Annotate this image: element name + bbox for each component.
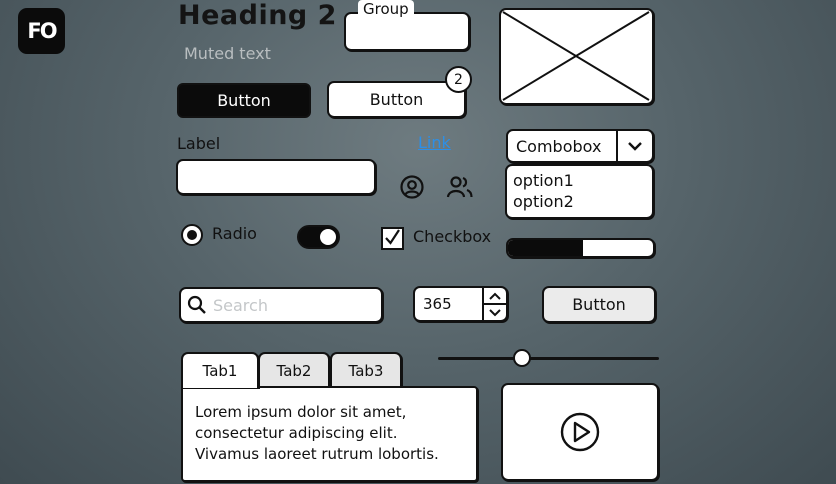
combobox[interactable]: Combobox [506,129,654,163]
progress-bar [506,238,655,258]
progress-fill [508,240,584,256]
stepper-up-button[interactable] [484,288,506,305]
slider-thumb[interactable] [512,349,531,367]
heading: Heading 2 [178,0,337,31]
radio-button[interactable] [181,224,203,246]
tab-panel-line: Lorem ipsum dolor sit amet, [195,403,407,421]
search-placeholder: Search [213,295,268,315]
secondary-button[interactable]: Button [327,81,466,118]
listbox-option[interactable]: option2 [513,191,646,212]
chevron-down-icon [489,308,501,316]
tab-panel-line: Vivamus laoreet rutrum lobortis. [195,445,439,463]
tab-2[interactable]: Tab2 [258,352,330,388]
notification-badge: 2 [445,66,472,93]
tab-panel: Lorem ipsum dolor sit amet, consectetur … [181,386,478,482]
checkmark-icon [385,229,400,245]
slider-track[interactable] [438,357,659,360]
tab-1[interactable]: Tab1 [181,352,259,388]
chevron-up-icon [489,292,501,300]
search-field[interactable]: Search [179,287,383,323]
radio-dot [187,230,197,240]
stepper-down-button[interactable] [484,305,506,320]
users-icon[interactable] [446,174,474,204]
muted-text: Muted text [184,44,271,63]
stepper-value[interactable]: 365 [415,288,482,320]
primary-button[interactable]: Button [177,83,311,118]
tab-3[interactable]: Tab3 [330,352,402,388]
combobox-value: Combobox [516,136,602,156]
field-label: Label [177,134,221,153]
checkbox[interactable] [381,227,404,250]
group-label: Group [358,0,414,18]
listbox[interactable]: option1 option2 [505,164,654,219]
text-input[interactable] [176,159,376,195]
toggle-switch[interactable] [297,225,340,249]
checkbox-label: Checkbox [413,227,492,246]
tertiary-button[interactable]: Button [542,286,656,323]
user-circle-icon[interactable] [399,174,425,204]
app-logo: FO [18,8,65,54]
radio-label: Radio [212,224,257,243]
combobox-toggle[interactable] [616,131,652,161]
play-icon[interactable] [559,411,601,453]
link[interactable]: Link [418,133,451,152]
video-player[interactable] [501,383,659,481]
toggle-knob [320,229,336,245]
image-placeholder-cross [502,11,650,101]
search-icon [187,295,206,314]
chevron-down-icon [628,142,642,151]
image-placeholder [499,8,654,105]
tab-panel-line: consectetur adipiscing elit. [195,424,398,442]
listbox-option[interactable]: option1 [513,170,646,191]
number-stepper[interactable]: 365 [413,286,508,322]
